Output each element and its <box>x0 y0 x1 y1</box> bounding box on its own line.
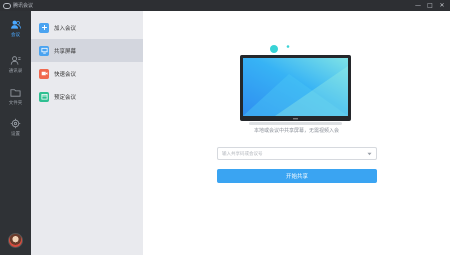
maximize-button[interactable]: □ <box>424 0 436 11</box>
monitor-logo <box>293 118 298 120</box>
left-nav: 会议 通讯录 文件夹 设置 <box>0 11 31 255</box>
chevron-down-icon <box>367 152 372 156</box>
monitor-shadow <box>249 122 342 125</box>
close-button[interactable]: ✕ <box>436 0 448 11</box>
share-code-select[interactable]: 输入共享码或会议号 <box>217 147 377 160</box>
people-icon <box>11 20 21 29</box>
join-icon <box>39 22 49 33</box>
menu-item-schedule-meeting[interactable]: 预定会议 <box>31 85 143 108</box>
folder-icon <box>10 89 21 97</box>
decor-dot-icon <box>270 45 278 53</box>
menu-label-schedule-meeting: 预定会议 <box>54 94 77 101</box>
calendar-icon <box>39 91 49 102</box>
monitor-illustration <box>240 45 351 125</box>
contacts-icon <box>10 56 21 65</box>
share-code-placeholder: 输入共享码或会议号 <box>222 151 263 157</box>
share-screen-panel: 本地或会议中共享屏幕，无需视频入会 输入共享码或会议号 开始共享 <box>143 11 450 255</box>
start-share-button[interactable]: 开始共享 <box>217 169 377 183</box>
nav-item-contacts[interactable]: 通讯录 <box>0 51 31 78</box>
nav-item-settings[interactable]: 设置 <box>0 114 31 141</box>
app-logo-icon <box>3 2 11 9</box>
menu-label-quick-meeting: 快速会议 <box>54 71 77 78</box>
nav-label-folder: 文件夹 <box>8 101 23 106</box>
minimize-button[interactable]: — <box>412 0 424 11</box>
video-icon <box>39 68 49 79</box>
nav-label-meeting: 会议 <box>11 33 20 38</box>
share-description: 本地或会议中共享屏幕，无需视频入会 <box>253 128 339 134</box>
nav-label-settings: 设置 <box>11 132 20 137</box>
share-screen-icon <box>39 45 49 56</box>
brand: 腾讯会议 <box>0 0 33 11</box>
nav-item-folder[interactable]: 文件夹 <box>0 83 31 110</box>
decor-dot-icon <box>286 45 290 48</box>
menu-item-join-meeting[interactable]: 加入会议 <box>31 16 143 39</box>
title-bar: 腾讯会议 — □ ✕ <box>0 0 450 11</box>
menu-item-quick-meeting[interactable]: 快速会议 <box>31 62 143 85</box>
window-controls: — □ ✕ <box>412 0 448 11</box>
nav-label-contacts: 通讯录 <box>8 69 23 74</box>
nav-item-meeting[interactable]: 会议 <box>0 15 31 42</box>
avatar[interactable] <box>8 233 23 248</box>
menu-item-share-screen[interactable]: 共享屏幕 <box>31 39 143 62</box>
meeting-menu: 加入会议 共享屏幕 快速会议 预定会议 <box>31 11 143 255</box>
menu-label-join-meeting: 加入会议 <box>54 25 77 32</box>
window-title: 腾讯会议 <box>13 3 34 9</box>
gear-icon <box>10 118 21 129</box>
menu-label-share-screen: 共享屏幕 <box>54 48 77 55</box>
